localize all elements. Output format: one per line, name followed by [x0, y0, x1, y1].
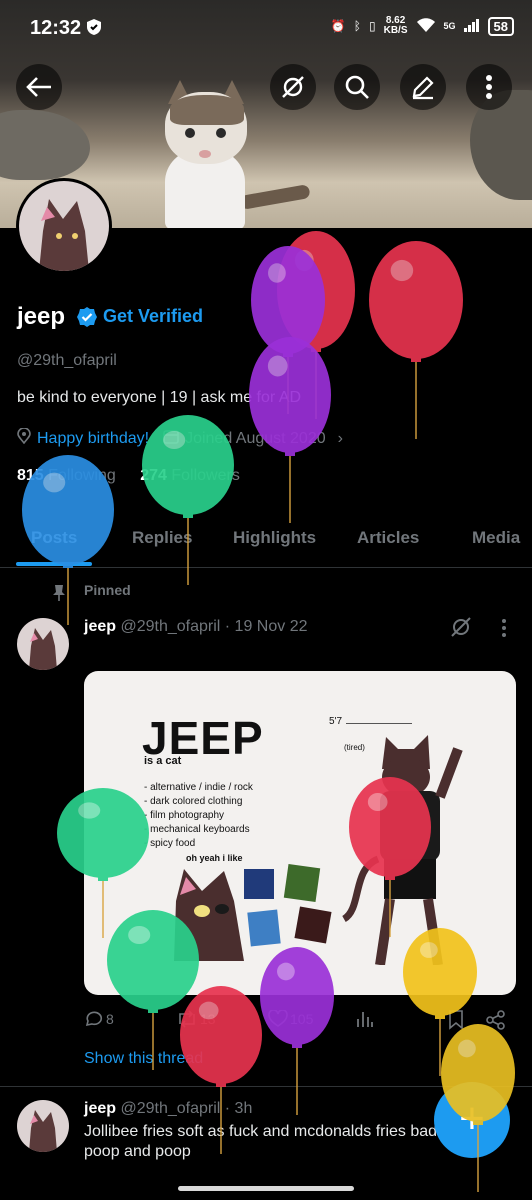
show-thread-link[interactable]: Show this thread: [84, 1050, 203, 1068]
pinned-label: Pinned: [84, 582, 131, 598]
network-type: 5G: [443, 21, 456, 31]
tab-media[interactable]: Media: [472, 528, 520, 548]
cat-eye: [185, 128, 195, 138]
like-count: 105: [290, 1011, 314, 1027]
vibrate-icon: ▯: [369, 19, 376, 33]
card-list-item: - mechanical keyboards: [144, 824, 250, 835]
bluetooth-icon: ᛒ: [353, 19, 361, 33]
shield-icon: [86, 18, 102, 41]
card-subtitle: is a cat: [144, 755, 182, 767]
battery-indicator: 58: [487, 16, 514, 36]
tweet-author-name[interactable]: jeep: [84, 618, 116, 635]
retweet-count: 13: [200, 1011, 216, 1027]
network-speed: 8.62 KB/S: [383, 15, 408, 36]
tweet-media-image[interactable]: JEEP is a cat - alternative / indie / ro…: [84, 671, 516, 995]
tweet-date: · 3h: [224, 1100, 253, 1117]
active-tab-indicator: [16, 562, 92, 566]
profile-name: jeep: [17, 303, 66, 330]
grok-icon[interactable]: [450, 616, 472, 643]
album-cover: [244, 869, 274, 899]
card-list: - alternative / indie / rock - dark colo…: [144, 781, 253, 851]
bookmark-icon[interactable]: [448, 1010, 464, 1030]
card-list-item: - film photography: [144, 810, 225, 821]
clock: 12:32: [30, 17, 82, 39]
card-height: 5'7: [329, 716, 343, 727]
retweet-button[interactable]: 13: [176, 1010, 216, 1028]
reply-button[interactable]: 8: [84, 1010, 114, 1028]
cat-tail: [239, 184, 311, 210]
card-list-item: - dark colored clothing: [144, 796, 243, 807]
location-pin-icon: [17, 427, 31, 449]
verified-badge-icon[interactable]: [76, 306, 98, 333]
tab-posts[interactable]: Posts: [31, 528, 77, 548]
card-list-item: - spicy food: [144, 838, 196, 849]
card-list-item: - alternative / indie / rock: [144, 782, 253, 793]
share-icon[interactable]: [486, 1010, 506, 1030]
get-verified-link[interactable]: Get Verified: [103, 306, 203, 327]
height-line: [346, 723, 412, 724]
tweet-avatar[interactable]: [17, 1100, 69, 1152]
like-button[interactable]: 105: [268, 1010, 313, 1028]
views-icon[interactable]: [356, 1010, 374, 1028]
tweet-header: jeep @29th_ofapril · 19 Nov 22: [84, 618, 308, 636]
profile-handle: @29th_ofapril: [17, 352, 117, 369]
followers-link[interactable]: 274 Followers: [140, 467, 240, 484]
tweet-header: jeep @29th_ofapril · 3h: [84, 1100, 252, 1118]
tweet-author-name[interactable]: jeep: [84, 1100, 116, 1117]
search-button[interactable]: [334, 64, 380, 110]
tab-replies[interactable]: Replies: [132, 528, 192, 548]
profile-avatar[interactable]: [16, 178, 112, 274]
cat-nose: [199, 150, 211, 158]
grok-icon[interactable]: [270, 64, 316, 110]
status-icons: ⏰ ᛒ ▯ 8.62 KB/S 5G 58: [331, 16, 514, 36]
reply-count: 8: [106, 1011, 114, 1027]
album-cover: [294, 906, 332, 944]
tweet-author-handle[interactable]: @29th_ofapril: [120, 1100, 220, 1117]
tab-articles[interactable]: Articles: [357, 528, 419, 548]
balloon: [369, 241, 463, 444]
tweet-date: · 19 Nov 22: [224, 618, 308, 635]
calendar-icon: [163, 428, 179, 449]
birthday-link[interactable]: Happy birthday!: [37, 430, 149, 448]
signal-icon: [463, 18, 480, 35]
chevron-right-icon[interactable]: ›: [338, 430, 343, 448]
home-indicator: [178, 1186, 354, 1191]
cat-fullbody-illustration: [342, 735, 463, 965]
alarm-icon: ⏰: [330, 19, 346, 33]
following-link[interactable]: 815 Following: [17, 467, 116, 484]
cat-eye: [216, 128, 226, 138]
edit-button[interactable]: [400, 64, 446, 110]
rock-left: [0, 110, 90, 180]
tweet-more-icon[interactable]: [501, 618, 507, 643]
compose-button[interactable]: +: [434, 1082, 510, 1158]
profile-bio: be kind to everyone | 19 | ask me for AD: [17, 389, 302, 406]
profile-meta: Happy birthday! Joined August 2020 ›: [17, 427, 343, 449]
cat-patch: [170, 95, 244, 125]
profile-tabs: Posts Replies Highlights Articles Media: [0, 515, 532, 568]
tweet-author-handle[interactable]: @29th_ofapril: [120, 618, 220, 635]
joined-date: Joined August 2020: [185, 429, 326, 447]
status-bar: 12:32 ⏰ ᛒ ▯ 8.62 KB/S 5G 58: [0, 0, 532, 58]
pin-icon: [52, 584, 66, 607]
back-button[interactable]: [16, 64, 62, 110]
follow-stats: 815 Following 274 Followers: [17, 467, 240, 485]
album-cover: [247, 909, 281, 947]
tweet-avatar[interactable]: [17, 618, 69, 670]
tab-highlights[interactable]: Highlights: [233, 528, 316, 548]
album-cover: [283, 863, 321, 903]
wifi-icon: [416, 17, 436, 36]
more-options-button[interactable]: [466, 64, 512, 110]
